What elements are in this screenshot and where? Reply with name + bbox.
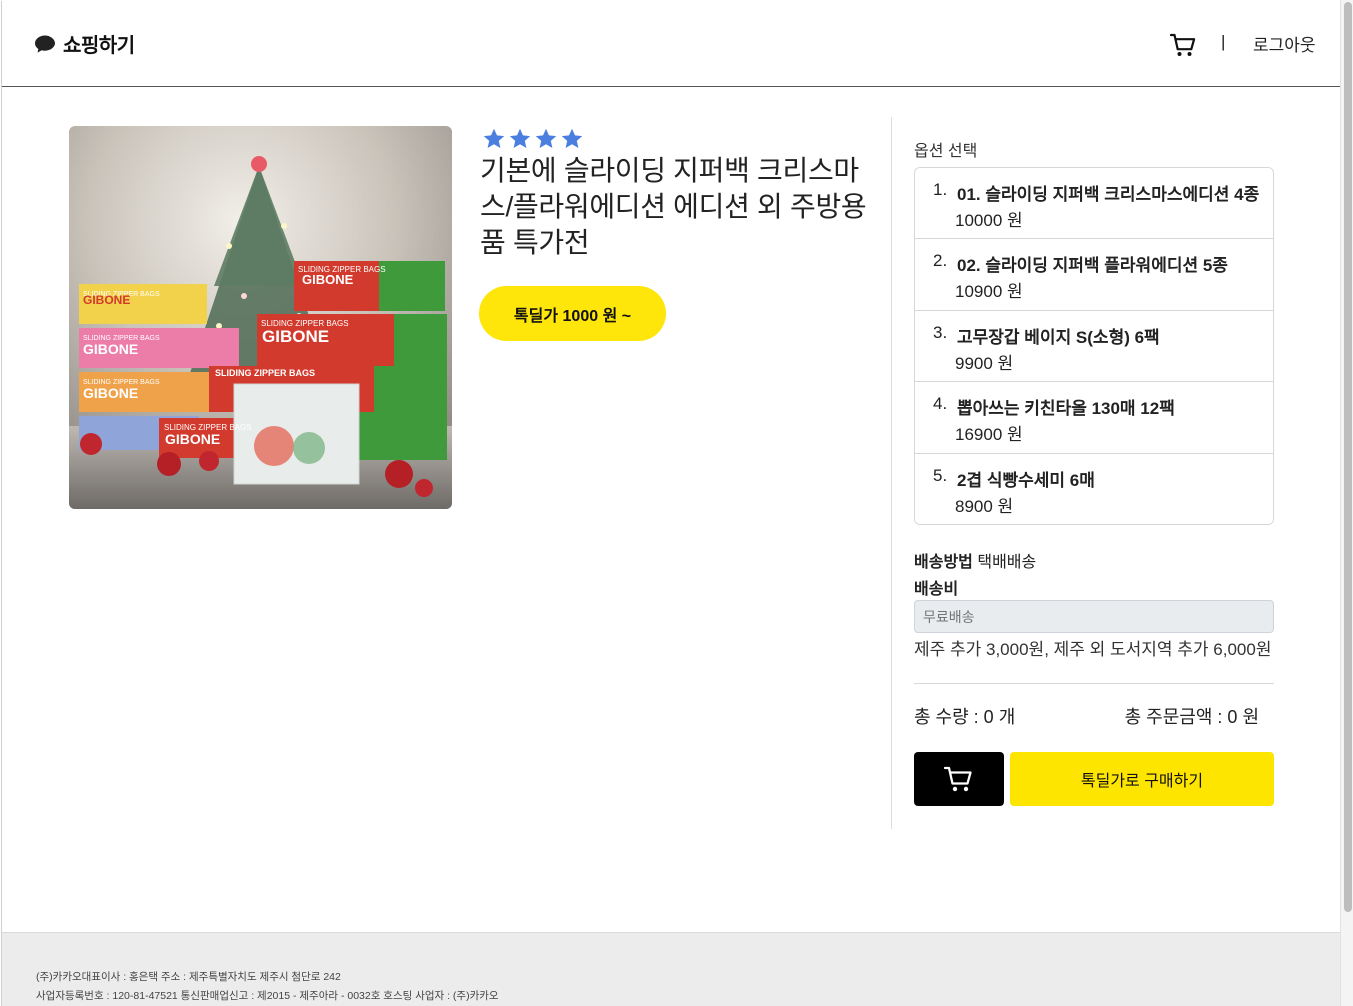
option-list: 1. 01. 슬라이딩 지퍼백 크리스마스에디션 4종 10000 원 2. 0… (914, 167, 1274, 525)
option-index: 2. (933, 251, 948, 271)
option-index: 3. (933, 322, 948, 342)
option-price: 9900 원 (955, 353, 1014, 373)
option-heading: 옵션 선택 (914, 143, 978, 160)
svg-text:GIBONE: GIBONE (262, 327, 329, 346)
svg-text:GIBONE: GIBONE (83, 293, 130, 307)
footer-registration-info: 사업자등록번호 : 120-81-47521 통신판매업신고 : 제2015 -… (36, 990, 499, 1002)
star-icon (561, 128, 583, 148)
add-to-cart-button[interactable] (914, 752, 1004, 806)
option-item[interactable]: 5. 2겹 식빵수세미 6매 8900 원 (915, 453, 1273, 524)
option-index: 4. (933, 394, 948, 414)
svg-text:SLIDING ZIPPER BAGS: SLIDING ZIPPER BAGS (215, 368, 315, 378)
divider (914, 683, 1274, 684)
cart-icon[interactable] (1169, 31, 1197, 59)
rating-stars (482, 127, 584, 151)
option-price: 16900 원 (955, 425, 1023, 445)
product-title: 기본에 슬라이딩 지퍼백 크리스마스/플라워에디션 에디션 외 주방용품 특가전 (480, 155, 867, 258)
svg-text:GIBONE: GIBONE (165, 431, 220, 447)
total-amount: 총 주문금액 : 0 원 (1124, 707, 1259, 727)
nav-separator: | (1221, 32, 1226, 51)
footer: (주)카카오대표이사 : 홍은택 주소 : 제주특별자치도 제주시 첨단로 24… (2, 932, 1341, 1006)
cart-icon (943, 766, 972, 792)
star-icon (509, 128, 531, 148)
option-item[interactable]: 2. 02. 슬라이딩 지퍼백 플라워에디션 5종 10900 원 (915, 239, 1273, 311)
svg-text:GIBONE: GIBONE (83, 341, 138, 357)
option-price: 8900 원 (955, 496, 1014, 516)
delivery-fee-field[interactable] (914, 600, 1274, 633)
vertical-scrollbar[interactable] (1340, 0, 1353, 1006)
svg-text:GIBONE: GIBONE (83, 385, 138, 401)
chat-bubble-icon (35, 35, 55, 53)
delivery-fee-label: 배송비 (914, 581, 959, 598)
deal-price-button[interactable]: 톡딜가 1000 원 ~ (479, 286, 666, 341)
option-index: 5. (933, 465, 948, 485)
delivery-fee-note: 제주 추가 3,000원, 제주 외 도서지역 추가 6,000원 (914, 640, 1272, 659)
total-quantity: 총 수량 : 0 개 (914, 707, 1016, 727)
footer-company-info: (주)카카오대표이사 : 홍은택 주소 : 제주특별자치도 제주시 첨단로 24… (36, 971, 341, 983)
product-image: SLIDING ZIPPER BAGS GIBONE SLIDING ZIPPE… (69, 126, 452, 509)
column-divider (891, 117, 892, 829)
option-item[interactable]: 3. 고무장갑 베이지 S(소형) 6팩 9900 원 (915, 310, 1273, 383)
option-index: 1. (933, 180, 948, 199)
star-icon (535, 128, 557, 148)
delivery-method-value: 택배배송 (977, 554, 1037, 571)
option-price: 10000 원 (955, 211, 1023, 230)
delivery-method: 배송방법 택배배송 (914, 548, 1036, 572)
logout-link[interactable]: 로그아웃 (1253, 31, 1316, 56)
scrollbar-thumb[interactable] (1344, 2, 1352, 912)
option-name: 02. 슬라이딩 지퍼백 플라워에디션 5종 (957, 256, 1228, 276)
brand-label: 쇼핑하기 (63, 35, 135, 57)
option-name: 고무장갑 베이지 S(소형) 6팩 (957, 327, 1160, 347)
option-name: 01. 슬라이딩 지퍼백 크리스마스에디션 4종 (957, 185, 1260, 204)
delivery-method-label: 배송방법 (914, 554, 973, 571)
option-name: 뽑아쓰는 키친타올 130매 12팩 (957, 399, 1175, 419)
option-price: 10900 원 (955, 282, 1023, 302)
buy-button[interactable]: 톡딜가로 구매하기 (1010, 752, 1274, 806)
option-item[interactable]: 4. 뽑아쓰는 키친타올 130매 12팩 16900 원 (915, 382, 1273, 454)
star-icon (483, 128, 505, 148)
svg-text:GIBONE: GIBONE (302, 272, 354, 287)
option-name: 2겹 식빵수세미 6매 (957, 470, 1095, 490)
option-item[interactable]: 1. 01. 슬라이딩 지퍼백 크리스마스에디션 4종 10000 원 (915, 168, 1273, 240)
brand-link[interactable]: 쇼핑하기 (34, 29, 135, 58)
page: 쇼핑하기 | 로그아웃 SLIDING ZIPPER BAGS GIBONE S… (1, 1, 1341, 1006)
top-navbar: 쇼핑하기 | 로그아웃 (2, 1, 1341, 87)
